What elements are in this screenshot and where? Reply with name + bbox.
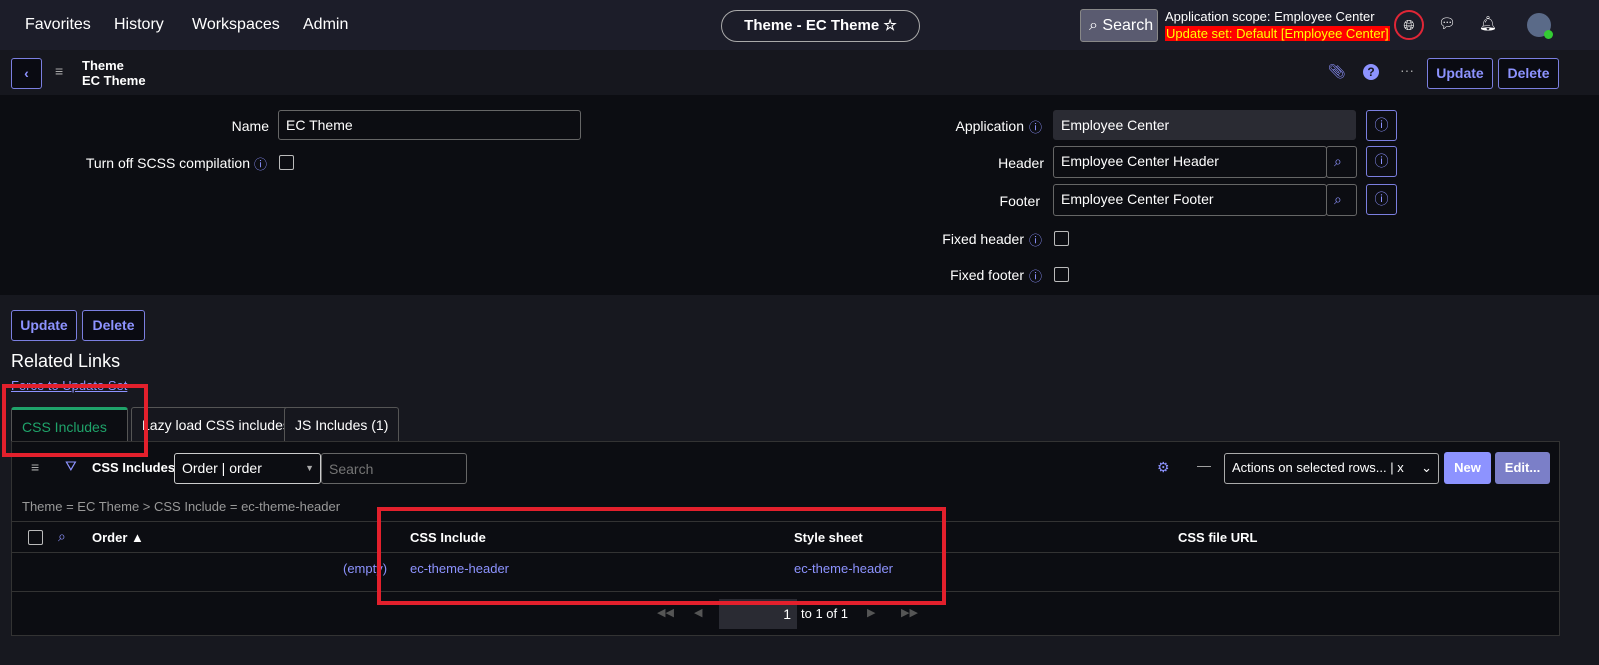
column-order[interactable]: Order ▲ [92,530,144,545]
list-breadcrumb[interactable]: Theme = EC Theme > CSS Include = ec-them… [22,499,340,514]
page-of-label: to 1 of 1 [801,606,848,621]
help-icon[interactable]: ⓘ [1029,117,1042,136]
prev-page-icon[interactable]: ◀ [694,606,702,619]
nav-favorites[interactable]: Favorites [25,16,91,34]
delete-button-bottom[interactable]: Delete [82,310,145,341]
info-icon[interactable]: ⓘ [1366,110,1397,141]
application-field: Employee Center [1053,110,1356,140]
status-dot [1544,30,1553,39]
name-label: Name [231,118,269,134]
name-input[interactable]: EC Theme [278,110,581,140]
paperclip-icon[interactable]: 📎︎ [1328,63,1346,80]
form-record-name: EC Theme [82,73,146,88]
fixed-footer-checkbox[interactable] [1054,267,1069,282]
last-page-icon[interactable]: ▶▶ [901,606,918,619]
application-scope: Application scope: Employee Center [1165,9,1375,24]
nav-history[interactable]: History [114,16,164,34]
sort-asc-icon: ▲ [131,530,144,545]
actions-select[interactable]: Actions on selected rows... | x ⌄ [1224,453,1439,484]
header-label: Header [998,155,1044,171]
footer-lookup-icon[interactable]: ⌕ [1326,184,1357,216]
fixed-header-checkbox[interactable] [1054,231,1069,246]
column-order-label: Order [92,530,128,545]
more-icon[interactable]: ··· [1400,62,1414,78]
column-search-icon[interactable]: ⌕ [58,528,66,545]
tab-js-includes[interactable]: JS Includes (1) [284,407,400,441]
update-button[interactable]: Update [1427,58,1493,89]
form-table-name: Theme [82,58,124,73]
footer-input[interactable]: Employee Center Footer [1053,184,1327,216]
form-header [0,50,1599,95]
help-icon[interactable]: ⓘ [1029,230,1042,249]
chevron-down-icon: ⌄ [1421,460,1432,475]
list-menu-icon[interactable]: ≡ [31,459,39,475]
gear-icon[interactable]: ⚙︎ [1157,459,1170,476]
annotation-box [2,384,148,457]
star-icon[interactable]: ☆ [883,17,896,34]
tab-lazy-load-css[interactable]: Lazy load CSS includes [131,407,301,441]
chevron-down-icon: ▼ [305,463,314,473]
first-page-icon[interactable]: ◀◀ [657,606,674,619]
chat-icon[interactable]: 💬︎ [1438,15,1456,32]
scss-label: Turn off SCSS compilation [85,155,250,171]
footer-label: Footer [999,193,1040,209]
delete-button[interactable]: Delete [1498,58,1559,89]
update-button-bottom[interactable]: Update [11,310,77,341]
nav-workspaces[interactable]: Workspaces [192,16,280,34]
help-icon[interactable]: ⓘ [254,154,267,173]
context-title-pill[interactable]: Theme - EC Theme ☆ [721,10,920,42]
avatar[interactable] [1527,13,1553,39]
scss-checkbox[interactable] [279,155,294,170]
edit-button[interactable]: Edit... [1495,452,1550,484]
related-links-title: Related Links [11,351,121,371]
order-select-value: Order | order [182,460,262,476]
update-set[interactable]: Update set: Default [Employee Center] [1165,26,1390,41]
help-icon[interactable]: ⓘ [1029,266,1042,285]
filter-icon[interactable]: ⛛ [65,458,77,475]
nav-admin[interactable]: Admin [303,16,348,34]
new-button[interactable]: New [1444,452,1491,484]
fixed-header-label: Fixed header [942,231,1024,247]
info-icon[interactable]: ⓘ [1366,184,1397,215]
menu-icon[interactable]: ≡ [55,63,63,79]
global-search[interactable]: ⌕ Search [1080,9,1158,42]
column-css-file-url[interactable]: CSS file URL [1178,530,1257,545]
context-title: Theme - EC Theme [744,17,880,34]
help-icon[interactable]: ? [1363,64,1379,80]
info-icon[interactable]: ⓘ [1366,146,1397,177]
application-label: Application [955,118,1025,134]
globe-icon[interactable]: 🌐︎ [1394,10,1424,40]
order-select[interactable]: Order | order ▼ [174,453,321,484]
search-label: Search [1102,17,1154,34]
fixed-footer-label: Fixed footer [950,267,1024,283]
bell-icon[interactable]: 🔔︎ [1479,15,1497,32]
next-page-icon[interactable]: ▶ [867,606,875,619]
select-all-checkbox[interactable] [28,530,43,545]
header-input[interactable]: Employee Center Header [1053,146,1327,178]
actions-value: Actions on selected rows... | x [1232,460,1404,475]
header-lookup-icon[interactable]: ⌕ [1326,146,1357,178]
list-title: CSS Includes [92,460,176,475]
annotation-box [377,507,946,605]
collapse-icon[interactable]: — [1197,457,1211,473]
back-button[interactable]: ‹ [11,58,42,89]
list-search-input[interactable] [321,453,467,484]
search-icon: ⌕ [1089,17,1098,34]
